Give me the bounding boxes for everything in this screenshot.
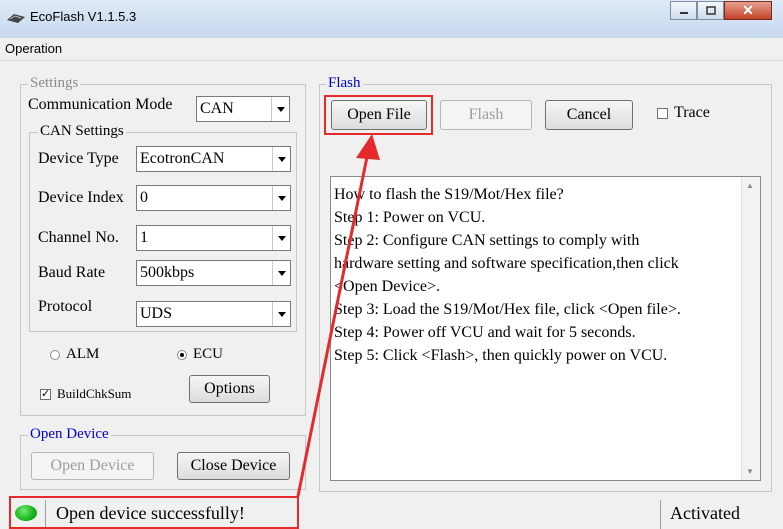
close-button[interactable]: ✕ (724, 1, 772, 20)
menu-operation[interactable]: Operation (5, 41, 62, 56)
trace-checkbox-box (657, 107, 668, 119)
radio-ecu-indicator (177, 349, 187, 360)
flash-button[interactable]: Flash (440, 100, 532, 130)
status-divider (660, 500, 661, 529)
instructions-text: How to flash the S19/Mot/Hex file? Step … (334, 183, 740, 367)
instruction-line: Step 4: Power off VCU and wait for 5 sec… (334, 324, 636, 341)
instruction-line: Step 3: Load the S19/Mot/Hex file, click… (334, 301, 681, 318)
instruction-line: Step 5: Click <Flash>, then quickly powe… (334, 347, 668, 364)
radio-alm-indicator (50, 349, 60, 360)
instruction-line: Step 2: Configure CAN settings to comply… (334, 232, 640, 249)
device-type-select[interactable]: EcotronCAN (136, 146, 291, 172)
instruction-line: <Open Device>. (334, 278, 441, 295)
device-type-label: Device Type (38, 150, 119, 167)
baud-rate-value: 500kbps (140, 264, 195, 281)
buildchksum-checkbox[interactable]: ✓ BuildChkSum (40, 386, 131, 402)
chevron-down-icon (272, 186, 290, 210)
status-message: Open device successfully! (56, 503, 245, 523)
radio-ecu[interactable]: ECU (177, 346, 223, 363)
app-icon (7, 14, 25, 23)
baud-rate-label: Baud Rate (38, 264, 106, 281)
radio-alm[interactable]: ALM (50, 346, 99, 363)
maximize-button[interactable] (697, 1, 724, 20)
device-type-value: EcotronCAN (140, 150, 225, 167)
radio-alm-label: ALM (66, 346, 100, 362)
close-icon: ✕ (742, 2, 754, 18)
communication-mode-value: CAN (200, 100, 234, 117)
instruction-line: How to flash the S19/Mot/Hex file? (334, 186, 564, 203)
instructions-textarea[interactable]: How to flash the S19/Mot/Hex file? Step … (330, 176, 761, 481)
open-file-button[interactable]: Open File (331, 100, 427, 130)
channel-select[interactable]: 1 (136, 225, 291, 251)
trace-label: Trace (674, 104, 710, 121)
chevron-down-icon (271, 97, 289, 121)
chevron-down-icon (272, 302, 290, 326)
chevron-down-icon (272, 147, 290, 171)
options-button[interactable]: Options (189, 375, 270, 403)
can-settings-legend: CAN Settings (38, 123, 126, 140)
chevron-down-icon (272, 261, 290, 285)
chevron-down-icon (272, 226, 290, 250)
channel-value: 1 (140, 229, 148, 246)
activation-status: Activated (670, 503, 740, 523)
radio-ecu-label: ECU (193, 346, 223, 362)
channel-label: Channel No. (38, 229, 119, 246)
flash-legend: Flash (326, 75, 363, 92)
protocol-select[interactable]: UDS (136, 301, 291, 327)
status-led-icon (15, 505, 37, 521)
check-icon: ✓ (40, 387, 51, 400)
minimize-icon (679, 11, 688, 14)
baud-rate-select[interactable]: 500kbps (136, 260, 291, 286)
trace-checkbox[interactable]: Trace (657, 104, 710, 122)
vertical-scrollbar[interactable]: ▲ ▼ (741, 177, 760, 480)
communication-mode-select[interactable]: CAN (196, 96, 290, 122)
protocol-value: UDS (140, 305, 173, 322)
open-device-legend: Open Device (28, 426, 111, 443)
menu-bar: Operation (0, 38, 783, 61)
close-device-button[interactable]: Close Device (177, 452, 290, 480)
instruction-line: Step 1: Power on VCU. (334, 209, 486, 226)
instruction-line: hardware setting and software specificat… (334, 255, 679, 272)
device-index-select[interactable]: 0 (136, 185, 291, 211)
scroll-down-icon[interactable]: ▼ (746, 467, 754, 476)
device-index-value: 0 (140, 189, 148, 206)
scroll-up-icon[interactable]: ▲ (746, 181, 754, 190)
status-divider (45, 500, 46, 529)
cancel-button[interactable]: Cancel (545, 100, 633, 130)
communication-mode-label: Communication Mode (28, 96, 173, 113)
minimize-button[interactable] (670, 1, 697, 20)
device-index-label: Device Index (38, 189, 124, 206)
buildchksum-label: BuildChkSum (57, 386, 132, 401)
open-device-button[interactable]: Open Device (31, 452, 154, 480)
protocol-label: Protocol (38, 298, 93, 315)
maximize-icon (705, 6, 716, 15)
title-bar: EcoFlash V1.1.5.3 ✕ (0, 0, 783, 38)
settings-legend: Settings (28, 75, 81, 92)
window-title: EcoFlash V1.1.5.3 (30, 9, 137, 24)
